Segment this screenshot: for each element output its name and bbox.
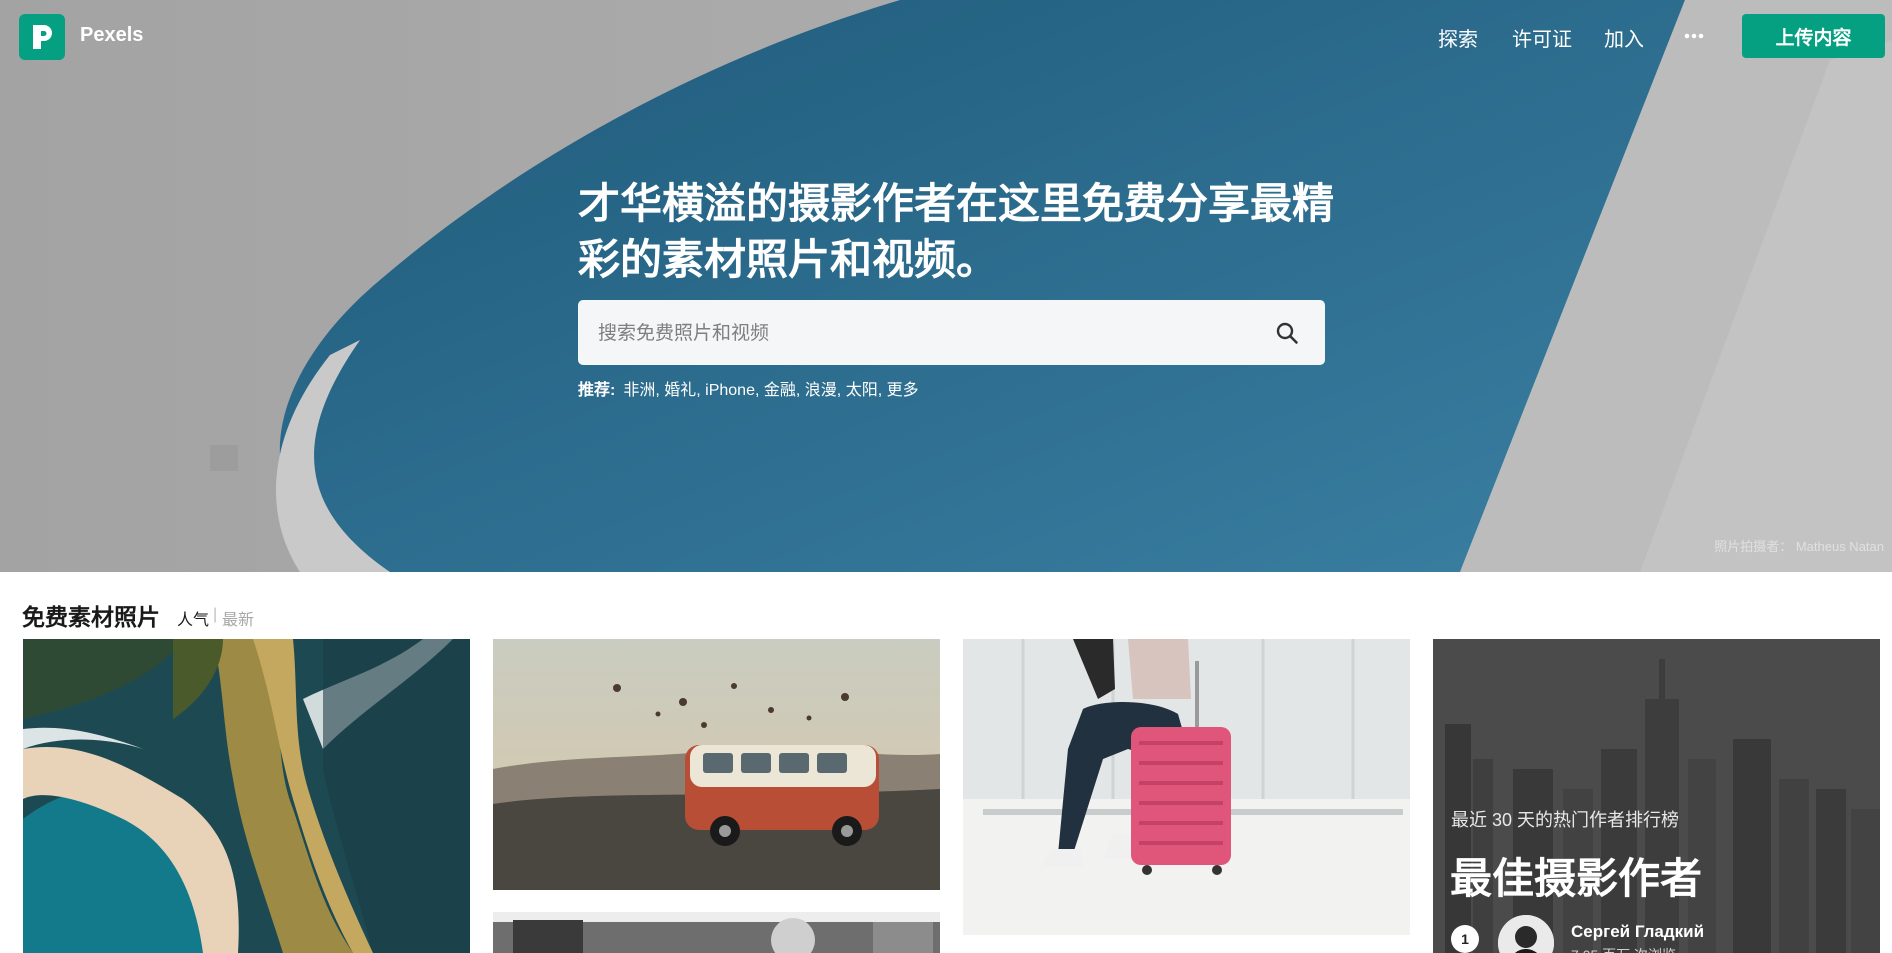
leaderboard-subtitle: 最近 30 天的热门作者排行榜 [1451, 810, 1680, 830]
photo-card-coastline[interactable] [23, 639, 470, 953]
search-icon[interactable] [1268, 314, 1306, 352]
tab-popular[interactable]: 人气 [177, 606, 209, 630]
upload-button[interactable]: 上传内容 [1742, 14, 1885, 58]
tab-divider: | [213, 606, 218, 623]
hero-headline: 才华横溢的摄影作者在这里免费分享最精彩的素材照片和视频。 [578, 180, 1335, 283]
search-bar [578, 300, 1325, 367]
suggestion-link[interactable]: iPhone [705, 382, 755, 399]
rank-badge: 1 [1451, 925, 1479, 953]
search-input[interactable] [596, 300, 1260, 367]
suggestion-more-link[interactable]: 更多 [887, 382, 919, 399]
photo-card-bw-street[interactable] [493, 912, 940, 953]
top-photographers-card[interactable]: 最近 30 天的热门作者排行榜 最佳摄影作者 1 Сергей Гладкий … [1433, 639, 1880, 953]
suggestion-link[interactable]: 金融 [764, 382, 796, 399]
suggestion-link[interactable]: 太阳 [846, 382, 878, 399]
nav-link-license[interactable]: 许可证 [1512, 23, 1572, 52]
photo-card-pink-suitcase[interactable] [963, 639, 1410, 935]
suggestion-link[interactable]: 浪漫 [805, 382, 837, 399]
section-title: 免费素材照片 [22, 604, 160, 630]
tab-latest[interactable]: 最新 [222, 606, 254, 630]
suggestion-link[interactable]: 非洲 [623, 382, 655, 399]
photographer-name[interactable]: Сергей Гладкий [1571, 922, 1704, 942]
photographer-stats: 7.05 百万 次浏览 [1571, 945, 1676, 953]
nav-link-join[interactable]: 加入 [1604, 23, 1644, 52]
pexels-logo-icon[interactable] [19, 14, 65, 60]
photo-credit[interactable]: 照片拍摄者： Matheus Natan [1714, 536, 1884, 555]
nav-link-explore[interactable]: 探索 [1438, 23, 1478, 52]
suggestion-link[interactable]: 婚礼 [664, 382, 696, 399]
suggestions-label: 推荐: [578, 382, 616, 399]
leaderboard-title: 最佳摄影作者 [1450, 855, 1703, 902]
more-dots-icon[interactable] [1679, 22, 1709, 50]
search-suggestions: 推荐: 非洲, 婚礼, iPhone, 金融, 浪漫, 太阳, 更多 [578, 382, 919, 399]
hero-banner: Pexels 探索 许可证 加入 上传内容 才华横溢的摄影作者在这里免费分享最精… [0, 0, 1892, 572]
photo-card-van-balloons[interactable] [493, 639, 940, 890]
top-navbar: Pexels 探索 许可证 加入 上传内容 [0, 0, 1892, 72]
app-name[interactable]: Pexels [80, 24, 143, 47]
